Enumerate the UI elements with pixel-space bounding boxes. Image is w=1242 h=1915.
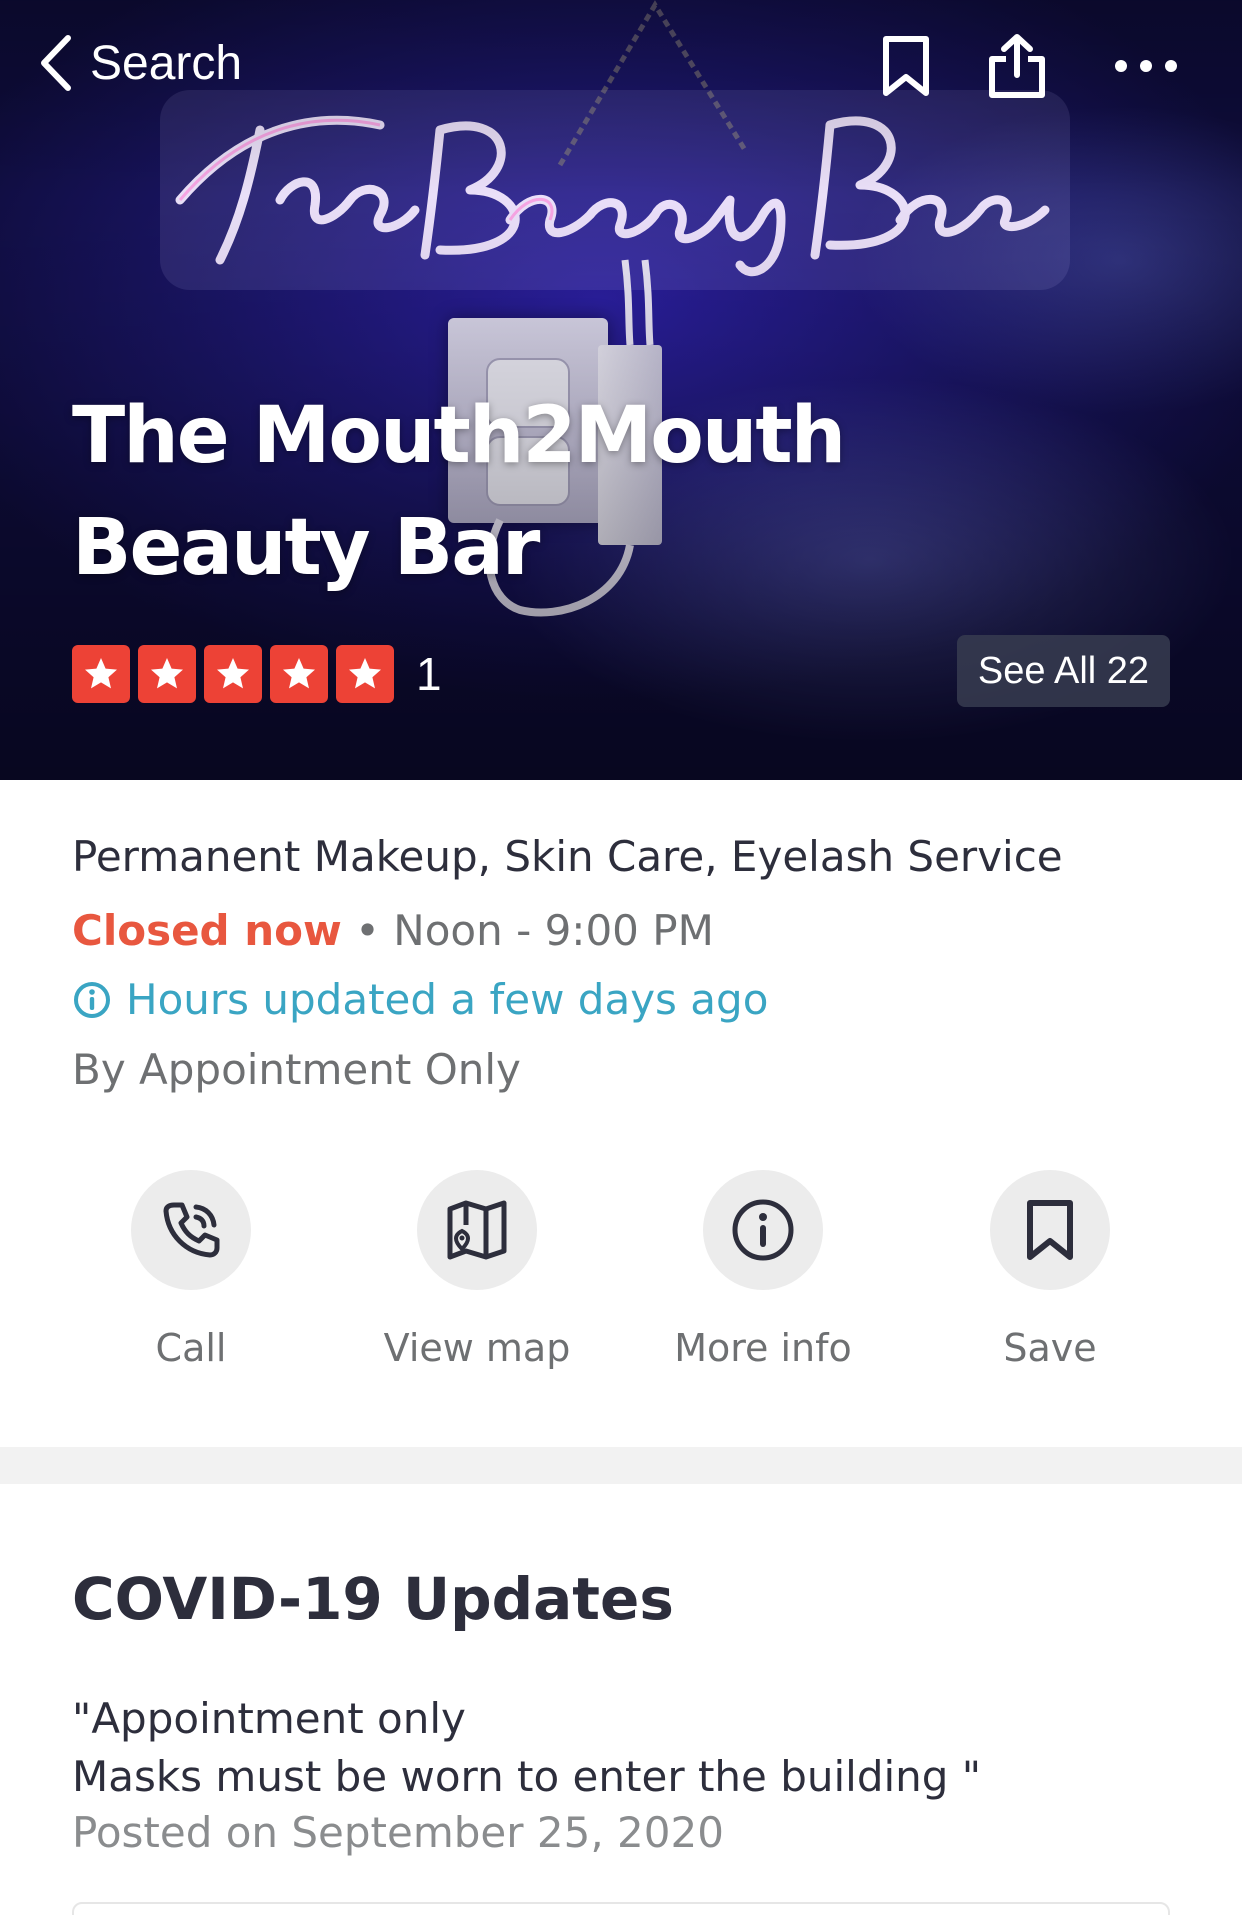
more-icon [1115,60,1177,72]
see-all-photos-button[interactable]: See All 22 [957,635,1170,707]
star-icon [336,645,394,703]
star-icon [270,645,328,703]
next-card [72,1902,1170,1915]
view-map-button[interactable]: View map [357,1170,597,1370]
covid-posted-date: Posted on September 25, 2020 [72,1808,724,1857]
star-icon [204,645,262,703]
map-icon-circle [417,1170,537,1290]
business-title-line2: Beauty Bar [72,503,540,593]
map-icon [447,1200,507,1260]
save-icon-circle [990,1170,1110,1290]
call-label: Call [155,1326,227,1370]
review-count: 1 [416,648,442,700]
info-icon-circle [703,1170,823,1290]
back-button[interactable]: Search [36,32,242,94]
hours-updated-link[interactable]: Hours updated a few days ago [72,975,768,1024]
covid-message: "Appointment only Masks must be worn to … [72,1694,982,1801]
bookmark-icon [883,36,929,96]
bookmark-icon [1027,1200,1073,1260]
open-status: Closed now [72,906,342,955]
info-circle-icon [74,981,110,1018]
view-map-label: View map [383,1326,571,1370]
chevron-left-icon [41,35,71,91]
save-label: Save [1003,1326,1097,1370]
more-info-button[interactable]: More info [643,1170,883,1370]
hours-separator: • [341,906,394,955]
hours-line: Closed now • Noon - 9:00 PM [72,906,714,955]
info-icon [732,1199,794,1261]
back-label: Search [90,36,243,90]
call-button[interactable]: Call [71,1170,311,1370]
covid-section-title: COVID-19 Updates [72,1565,674,1633]
call-icon-circle [131,1170,251,1290]
appointment-note: By Appointment Only [72,1045,521,1094]
save-button[interactable]: Save [930,1170,1170,1370]
business-title: The Mouth2Mouth Beauty Bar [72,380,1072,604]
business-title-line1: The Mouth2Mouth [72,391,846,481]
hero-photo[interactable]: Search The Mouth2Mouth Beauty Bar 1 See … [0,0,1242,780]
phone-icon [163,1202,220,1258]
star-icon [138,645,196,703]
bookmark-button[interactable] [870,30,942,102]
share-icon [989,34,1045,98]
more-button[interactable] [1110,30,1182,102]
more-info-label: More info [674,1326,852,1370]
action-bar: Call View map More info Save [0,1170,1242,1380]
hours-range: Noon - 9:00 PM [393,906,714,955]
star-rating: 1 [72,645,442,703]
business-categories: Permanent Makeup, Skin Care, Eyelash Ser… [72,832,1063,881]
hours-updated-text: Hours updated a few days ago [126,975,769,1024]
star-icon [72,645,130,703]
share-button[interactable] [981,30,1053,102]
section-divider [0,1447,1242,1484]
